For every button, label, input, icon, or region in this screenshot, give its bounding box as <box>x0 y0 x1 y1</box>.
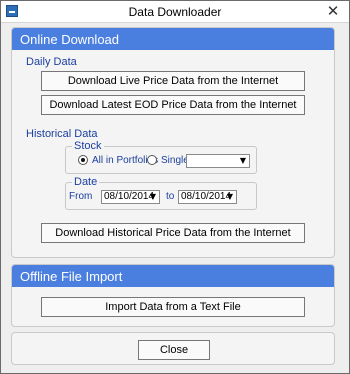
title-bar: Data Downloader ✕ <box>1 1 349 23</box>
to-label: to <box>166 191 175 202</box>
daily-data-label: Daily Data <box>26 56 77 68</box>
from-label: From <box>69 191 93 202</box>
offline-import-header: Offline File Import <box>12 265 334 287</box>
historical-data-label: Historical Data <box>26 128 98 140</box>
stock-legend: Stock <box>72 140 104 152</box>
import-text-file-button[interactable]: Import Data from a Text File <box>41 297 305 317</box>
footer-panel: Close <box>11 332 335 365</box>
close-window-icon[interactable]: ✕ <box>325 3 341 19</box>
close-button[interactable]: Close <box>138 340 210 360</box>
chevron-down-icon: ▼ <box>226 192 234 201</box>
to-date-picker[interactable]: 08/10/2014 ▼ <box>178 190 237 204</box>
online-download-header: Online Download <box>12 28 334 50</box>
single-radio[interactable] <box>147 155 157 165</box>
window-title: Data Downloader <box>128 5 222 19</box>
chevron-down-icon: ▼ <box>149 192 157 201</box>
to-date-value: 08/10/2014 <box>181 191 232 202</box>
chevron-down-icon: ▼ <box>239 156 247 165</box>
date-group: Date From 08/10/2014 ▼ to 08/10/2014 ▼ <box>65 176 257 210</box>
download-eod-price-button[interactable]: Download Latest EOD Price Data from the … <box>41 95 305 115</box>
stock-group: Stock All in Portfolios Single ▼ <box>65 140 257 174</box>
from-date-value: 08/10/2014 <box>104 191 155 202</box>
data-downloader-window: Data Downloader ✕ Online Download Daily … <box>0 0 350 374</box>
download-historical-price-button[interactable]: Download Historical Price Data from the … <box>41 223 305 243</box>
single-label: Single <box>161 155 189 166</box>
offline-import-panel: Offline File Import Import Data from a T… <box>11 264 335 327</box>
all-in-portfolios-radio[interactable] <box>78 155 88 165</box>
single-stock-select[interactable]: ▼ <box>186 154 250 168</box>
online-download-panel: Online Download Daily Data Download Live… <box>11 27 335 258</box>
date-legend: Date <box>72 176 100 188</box>
download-live-price-button[interactable]: Download Live Price Data from the Intern… <box>41 71 305 91</box>
from-date-picker[interactable]: 08/10/2014 ▼ <box>101 190 160 204</box>
